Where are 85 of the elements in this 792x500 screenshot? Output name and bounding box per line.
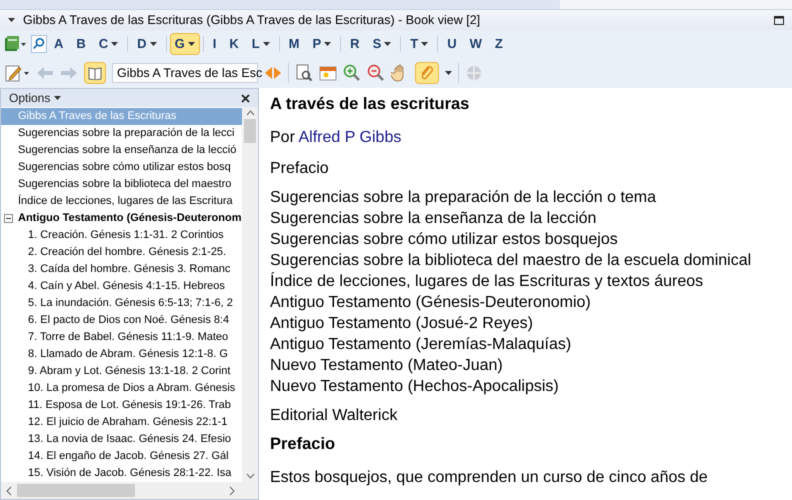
tree-item[interactable]: 15. Visión de Jacob. Génesis 28:1-22. Isa (1, 465, 242, 482)
caret-icon[interactable] (262, 42, 270, 46)
caret-icon[interactable] (421, 42, 428, 46)
page-preview-icon[interactable] (295, 64, 313, 82)
zoom-out-icon[interactable] (367, 64, 385, 82)
vertical-scrollbar[interactable] (242, 107, 258, 482)
letter-button[interactable]: K (223, 33, 245, 55)
document-heading: A través de las escrituras (270, 94, 470, 115)
document-text-line: Sugerencias sobre cómo utilizar estos bosquejos (270, 230, 619, 250)
caret-icon[interactable] (150, 42, 157, 46)
window-title: Gibbs A Traves de las Escrituras (Gibbs A Traves de las Escrituras) - Book view [2] (23, 12, 482, 29)
search-icon[interactable] (31, 35, 47, 53)
book-toggle-button[interactable] (84, 62, 106, 84)
caret-icon[interactable] (324, 42, 332, 46)
letter-button[interactable]: S (366, 33, 398, 55)
pencil-icon[interactable] (4, 63, 30, 83)
tree-item[interactable]: 11. Esposa de Lot. Génesis 19:1-26. Trab (1, 397, 242, 414)
caret-icon[interactable] (111, 42, 118, 46)
letter-button[interactable]: Z (488, 33, 509, 55)
tree-item[interactable]: 3. Caída del hombre. Génesis 3. Romanc (1, 261, 242, 278)
tree-item[interactable]: Sugerencias sobre la biblioteca del maestro (1, 176, 242, 193)
document-text-line: Editorial Walterick (270, 406, 398, 426)
scroll-right-icon[interactable] (228, 486, 236, 496)
author-link[interactable]: Alfred P Gibbs (298, 129, 402, 146)
letter-button[interactable]: R (344, 33, 366, 55)
letter-button[interactable]: T (404, 33, 434, 55)
letter-button[interactable]: C (92, 33, 124, 55)
tree-item[interactable]: Índice de lecciones, lugares de las Escritura (1, 193, 242, 210)
document-text-line: Antiguo Testamento (Jeremías-Malaquías) (270, 335, 572, 355)
collapse-toggle[interactable] (4, 214, 13, 223)
letter-button[interactable]: A (48, 33, 70, 55)
tree-item[interactable]: 4. Caín y Abel. Génesis 4:1-15. Hebreos (1, 278, 242, 295)
letter-button[interactable]: M (282, 33, 306, 55)
scroll-left-icon[interactable] (5, 486, 13, 496)
tree-item[interactable]: 7. Torre de Babel. Génesis 11:1-9. Mateo (1, 329, 242, 346)
close-icon[interactable] (241, 94, 250, 102)
tree-item[interactable]: 12. El juicio de Abraham. Génesis 22:1-1 (1, 414, 242, 431)
document-text-line: Sugerencias sobre la preparación de la lección o tema (270, 188, 658, 208)
tree-item[interactable]: 5. La inundación. Génesis 6:5-13; 7:1-6, 2 (1, 295, 242, 312)
letter-button[interactable]: W (464, 33, 488, 55)
letter-button[interactable]: B (70, 33, 92, 55)
maximize-icon[interactable] (774, 16, 784, 24)
document-heading: Prefacio (270, 434, 336, 455)
document-text-line: Antiguo Testamento (Josué-2 Reyes) (270, 314, 534, 334)
document-text-line: Nuevo Testamento (Mateo-Juan) (270, 356, 504, 376)
letter-button[interactable]: P (306, 33, 338, 55)
book-icon[interactable] (88, 66, 102, 80)
caret-icon[interactable] (8, 18, 15, 22)
byline-text: Por (270, 129, 295, 146)
zoom-in-icon[interactable] (343, 64, 361, 82)
letter-button[interactable]: D (131, 33, 163, 55)
tree-item[interactable]: Sugerencias sobre la preparación de la lecci (1, 125, 242, 142)
letter-button[interactable]: I (206, 33, 222, 55)
horizontal-scrollbar[interactable] (1, 482, 258, 499)
document-text-line: Sugerencias sobre la enseñanza de la lección (270, 209, 598, 229)
tree-item[interactable]: Antiguo Testamento (Génesis-Deuteronom (18, 210, 242, 227)
tree-item[interactable]: Sugerencias sobre la enseñanza de la lecció (1, 142, 242, 159)
tree-item[interactable]: 13. La novia de Isaac. Génesis 24. Efesio (1, 431, 242, 448)
tree-item[interactable]: Sugerencias sobre cómo utilizar estos bosq (1, 159, 242, 176)
caret-icon[interactable] (445, 71, 452, 75)
book-icon[interactable] (4, 35, 26, 53)
tree-item[interactable]: 14. El engaño de Jacob. Génesis 27. Gál (1, 448, 242, 465)
calendar-icon[interactable] (319, 64, 337, 82)
document-text-line: Antiguo Testamento (Génesis-Deuteronomio) (270, 293, 592, 313)
letter-button[interactable]: G (170, 33, 200, 55)
letter-button[interactable]: L (246, 33, 276, 55)
caret-icon[interactable] (54, 96, 62, 100)
tree-item[interactable]: 2. Creación del hombre. Génesis 2:1-25. (1, 244, 242, 261)
document-text-line: Sugerencias sobre la biblioteca del maestro de la escuela dominical (270, 251, 752, 271)
letter-button[interactable]: U (441, 33, 463, 55)
tree-item[interactable]: 8. Llamado de Abram. Génesis 12:1-8. G (1, 346, 242, 363)
caret-icon[interactable] (384, 42, 392, 46)
document-text-line: Estos bosquejos, que comprenden un curso de cinco años de (270, 468, 709, 488)
tree-item[interactable]: 6. El pacto de Dios con Noé. Génesis 8:4 (1, 312, 242, 329)
scrollbar-thumb[interactable] (17, 484, 135, 497)
caret-icon[interactable] (188, 42, 195, 46)
paperclip-icon[interactable] (420, 65, 434, 81)
paperclip-button[interactable] (415, 62, 439, 84)
tree-item[interactable]: 10. La promesa de Dios a Abram. Génesis (1, 380, 242, 397)
document-text-line: Prefacio (270, 159, 330, 179)
tree-item[interactable]: 1. Creación. Génesis 1:1-31. 2 Corintios (1, 227, 242, 244)
scrollbar-thumb[interactable] (244, 119, 256, 143)
document-text-line: Nuevo Testamento (Hechos-Apocalipsis) (270, 377, 560, 397)
tree-item[interactable]: 9. Abram y Lot. Génesis 13:1-18. 2 Corint (1, 363, 242, 380)
document-text-line: Índice de lecciones, lugares de las Escrituras y textos áureos (270, 271, 704, 292)
